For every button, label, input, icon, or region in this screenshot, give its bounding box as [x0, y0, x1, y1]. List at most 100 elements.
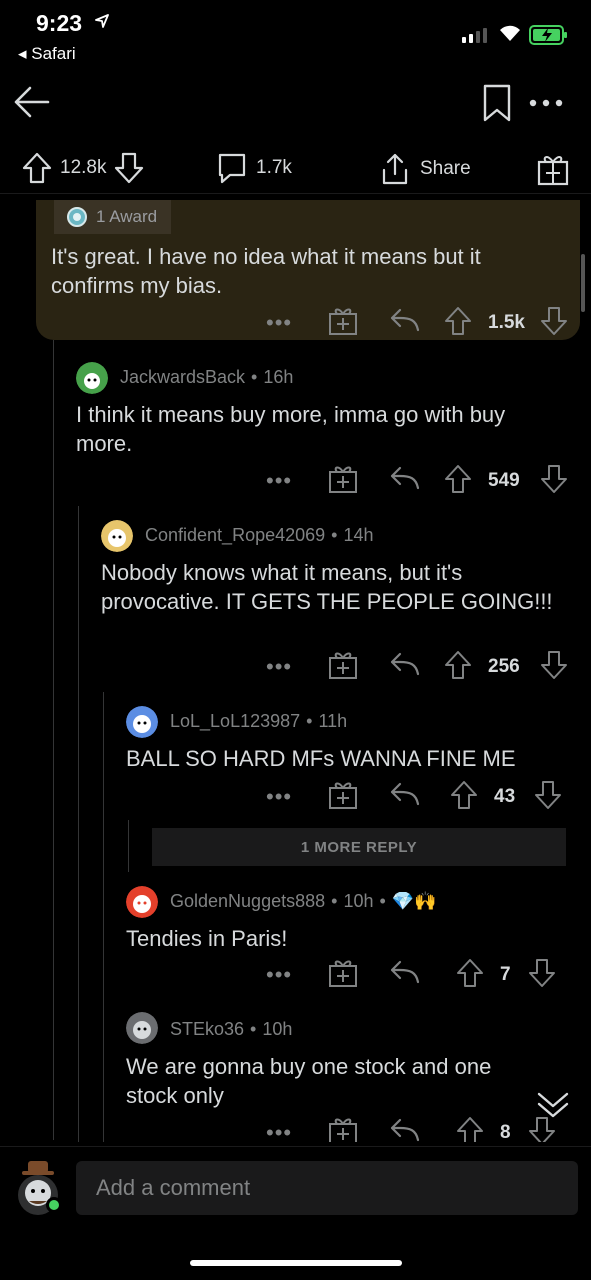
status-bar: 9:23 ◂ Safari	[0, 0, 591, 70]
award-icon	[67, 207, 87, 227]
gift-icon	[537, 156, 569, 186]
comment-age: 10h	[343, 891, 374, 911]
gift-icon[interactable]	[328, 780, 358, 810]
reply-icon[interactable]	[388, 1116, 420, 1142]
comment-meta: LoL_LoL123987 • 11h	[170, 711, 348, 732]
comment-body: We are gonna buy one stock and one stock…	[126, 1054, 492, 1108]
comment-actions: ••• 8	[266, 1116, 576, 1142]
comment-more-icon[interactable]: •••	[266, 1120, 292, 1142]
downvote-icon[interactable]	[540, 650, 568, 680]
comment-body: It's great. I have no idea what it means…	[51, 244, 481, 298]
upvote-icon[interactable]	[444, 650, 472, 680]
gift-icon[interactable]	[328, 650, 358, 680]
comment-author[interactable]: GoldenNuggets888	[170, 891, 325, 912]
scrollbar[interactable]	[581, 254, 585, 312]
comment-body: Nobody knows what it means, but it's pro…	[101, 560, 553, 614]
online-status-dot	[46, 1197, 62, 1213]
comment-meta: GoldenNuggets888 • 10h • 💎🙌	[170, 891, 437, 912]
downvote-icon[interactable]	[540, 464, 568, 494]
comment-score: 7	[500, 964, 511, 985]
comment-author[interactable]: JackwardsBack	[120, 367, 245, 388]
gift-icon[interactable]	[328, 306, 358, 336]
comment-score: 1.5k	[488, 312, 525, 333]
comment-actions: ••• 7	[266, 958, 576, 992]
comment-more-icon[interactable]: •••	[266, 784, 292, 810]
more-replies-button[interactable]: 1 MORE REPLY	[152, 828, 566, 866]
comment-body: Tendies in Paris!	[126, 926, 288, 951]
comment-age: 11h	[318, 711, 348, 731]
give-award-button[interactable]	[536, 152, 570, 186]
clock: 9:23	[36, 10, 83, 36]
reply-icon[interactable]	[388, 650, 420, 678]
comment-author[interactable]: Confident_Rope42069	[145, 525, 325, 546]
upvote-icon[interactable]	[444, 464, 472, 494]
battery-icon	[529, 25, 567, 45]
comment-score: 8	[500, 1122, 511, 1142]
reply-icon[interactable]	[388, 306, 420, 334]
downvote-icon[interactable]	[528, 958, 556, 988]
comment-more-icon[interactable]: •••	[266, 654, 292, 680]
comments-count-button[interactable]: 1.7k	[216, 152, 292, 184]
post-score: 12.8k	[60, 157, 107, 178]
comment-score: 43	[494, 786, 516, 807]
gift-icon[interactable]	[328, 464, 358, 494]
back-arrow-icon[interactable]	[12, 82, 52, 122]
downvote-icon[interactable]	[114, 152, 144, 184]
jump-to-next-comment-icon[interactable]	[536, 1090, 570, 1120]
back-to-safari[interactable]: ◂ Safari	[18, 44, 76, 64]
comment-more-icon[interactable]: •••	[266, 962, 292, 988]
user-avatar-icon[interactable]	[101, 520, 133, 552]
comment-bubble-icon	[218, 153, 246, 184]
post-vote-group: 12.8k	[22, 152, 144, 184]
thread-line	[128, 820, 129, 872]
comment-score: 549	[488, 470, 520, 491]
award-label: 1 Award	[96, 207, 158, 226]
add-comment-input[interactable]: Add a comment	[76, 1161, 578, 1215]
comment-author[interactable]: LoL_LoL123987	[170, 711, 300, 732]
downvote-icon[interactable]	[534, 780, 562, 810]
bookmark-icon[interactable]	[482, 84, 512, 122]
comment-score: 256	[488, 656, 520, 677]
share-button[interactable]: Share	[378, 152, 471, 186]
user-avatar-icon[interactable]	[76, 362, 108, 394]
upvote-icon[interactable]	[444, 306, 472, 336]
comment-body: I think it means buy more, imma go with …	[76, 402, 506, 456]
comment-composer: Add a comment	[0, 1146, 591, 1228]
thread-line	[78, 506, 79, 1142]
comment-author[interactable]: STEko36	[170, 1019, 244, 1040]
downvote-icon[interactable]	[540, 306, 568, 336]
wifi-icon	[500, 25, 520, 41]
user-flair: 💎🙌	[391, 891, 437, 911]
comment-age: 16h	[263, 367, 294, 387]
reply-icon[interactable]	[388, 958, 420, 986]
comment-actions: ••• 43	[266, 780, 576, 814]
comment-meta: Confident_Rope42069 • 14h	[145, 525, 374, 546]
comments-count: 1.7k	[256, 157, 292, 178]
user-avatar-icon[interactable]	[126, 1012, 158, 1044]
reply-icon[interactable]	[388, 464, 420, 492]
gift-icon[interactable]	[328, 1116, 358, 1142]
reply-icon[interactable]	[388, 780, 420, 808]
thread-line	[103, 692, 104, 1142]
comment-actions: ••• 1.5k	[266, 306, 576, 340]
comment-more-icon[interactable]: •••	[266, 468, 292, 494]
upvote-icon[interactable]	[456, 958, 484, 988]
comment-body: BALL SO HARD MFs WANNA FINE ME	[126, 746, 516, 771]
comment-age: 14h	[343, 525, 374, 545]
gift-icon[interactable]	[328, 958, 358, 988]
share-label: Share	[420, 158, 471, 179]
thread-line	[53, 340, 54, 1140]
award-badge: 1 Award	[54, 200, 172, 234]
comment-age: 10h	[262, 1019, 293, 1039]
comment-more-icon[interactable]: •••	[266, 310, 292, 336]
user-avatar-icon[interactable]	[126, 706, 158, 738]
comment-thread: 1 Award It's great. I have no idea what …	[0, 200, 591, 1142]
nav-bar	[0, 76, 591, 132]
more-options-icon[interactable]	[528, 98, 564, 108]
user-avatar-icon[interactable]	[126, 886, 158, 918]
upvote-icon[interactable]	[450, 780, 478, 810]
home-indicator[interactable]	[190, 1260, 402, 1266]
upvote-icon[interactable]	[456, 1116, 484, 1142]
comment-actions: ••• 256	[266, 650, 576, 684]
upvote-icon[interactable]	[22, 152, 52, 184]
